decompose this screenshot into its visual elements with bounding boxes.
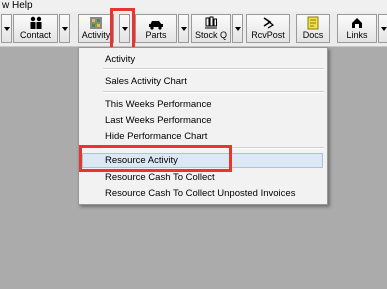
menu-bar: w Help bbox=[0, 0, 387, 12]
chevron-down-icon bbox=[4, 27, 10, 31]
activity-button[interactable]: Activity bbox=[78, 14, 114, 43]
chevron-down-icon bbox=[181, 27, 187, 31]
rcvpost-label: RcvPost bbox=[251, 30, 285, 40]
docs-icon bbox=[297, 16, 329, 30]
contact-icon bbox=[14, 16, 57, 30]
menu-item-hide-performance-chart[interactable]: Hide Performance Chart bbox=[105, 131, 207, 142]
stock-q-button[interactable]: Stock Q bbox=[191, 14, 231, 43]
links-dropdown-button[interactable] bbox=[378, 14, 387, 43]
chevron-down-icon bbox=[235, 27, 241, 31]
menu-view[interactable]: w bbox=[2, 0, 9, 12]
stock-q-dropdown-button[interactable] bbox=[232, 14, 243, 43]
links-icon bbox=[338, 16, 376, 30]
parts-label: Parts bbox=[145, 30, 167, 40]
contact-button[interactable]: Contact bbox=[13, 14, 58, 43]
docs-button[interactable]: Docs bbox=[296, 14, 330, 43]
contact-label: Contact bbox=[19, 30, 52, 40]
toolbar: Contact Activity Parts Stock Q RcvPost D… bbox=[0, 12, 387, 47]
receive-post-icon bbox=[247, 16, 289, 30]
menu-item-last-weeks-performance[interactable]: Last Weeks Performance bbox=[105, 115, 211, 126]
car-icon bbox=[136, 16, 176, 30]
docs-label: Docs bbox=[302, 30, 324, 40]
highlight-resource-activity-box bbox=[79, 145, 232, 172]
menu-item-resource-cash-to-collect[interactable]: Resource Cash To Collect bbox=[105, 172, 215, 183]
chevron-down-icon bbox=[381, 27, 387, 31]
menu-separator bbox=[103, 68, 324, 70]
parts-button[interactable]: Parts bbox=[135, 14, 177, 43]
links-button[interactable]: Links bbox=[337, 14, 377, 43]
links-label: Links bbox=[346, 30, 368, 40]
parts-dropdown-button[interactable] bbox=[178, 14, 189, 43]
rcvpost-button[interactable]: RcvPost bbox=[246, 14, 290, 43]
stock-icon bbox=[192, 16, 230, 30]
activity-icon bbox=[79, 16, 113, 30]
activity-label: Activity bbox=[81, 30, 111, 40]
menu-separator bbox=[103, 91, 324, 93]
menu-help[interactable]: Help bbox=[12, 0, 33, 12]
menu-item-sales-activity-chart[interactable]: Sales Activity Chart bbox=[105, 76, 187, 87]
chevron-down-icon bbox=[62, 27, 68, 31]
stock-q-label: Stock Q bbox=[194, 30, 227, 40]
contact-dropdown-button[interactable] bbox=[59, 14, 70, 43]
menu-item-this-weeks-performance[interactable]: This Weeks Performance bbox=[105, 99, 211, 110]
activity-dropdown-menu: Activity Sales Activity Chart This Weeks… bbox=[78, 47, 328, 205]
menu-item-activity[interactable]: Activity bbox=[105, 54, 135, 65]
prev-dropdown-button[interactable] bbox=[1, 14, 12, 43]
menu-item-resource-cash-to-collect-unposted[interactable]: Resource Cash To Collect Unposted Invoic… bbox=[105, 188, 295, 199]
